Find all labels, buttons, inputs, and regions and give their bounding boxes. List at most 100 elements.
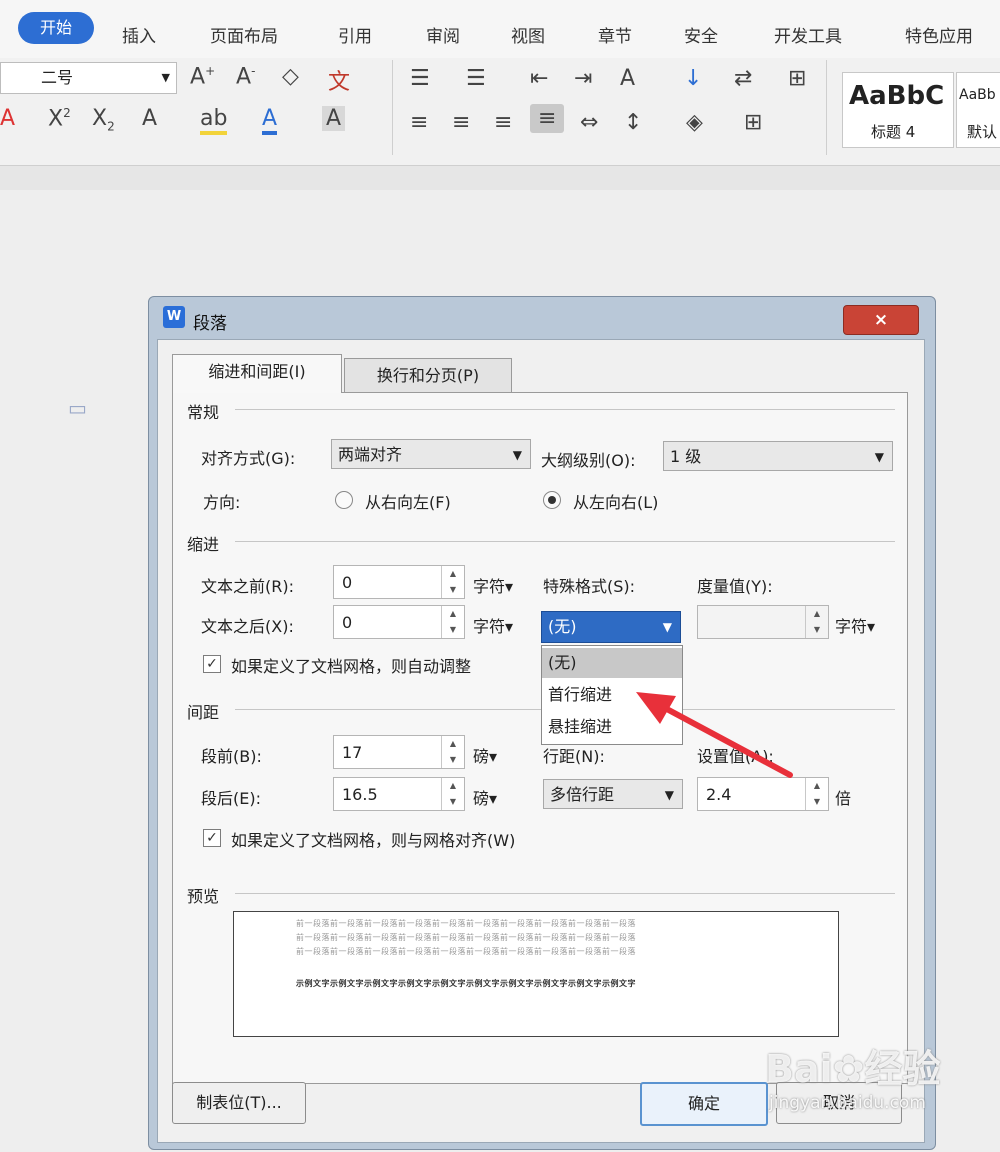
indent-before-unit[interactable]: 字符▾	[473, 573, 513, 597]
measure-spinner[interactable]: ▲ ▼	[697, 605, 829, 639]
alignment-select[interactable]: 两端对齐 ▼	[331, 439, 531, 469]
shading-icon[interactable]: ◈	[686, 110, 703, 135]
tab-panel: 常规 对齐方式(G): 两端对齐 ▼ 大纲级别(O): 1 级 ▼ 方向: 从右…	[172, 392, 908, 1084]
measure-unit[interactable]: 字符▾	[835, 613, 875, 637]
strikethrough-icon[interactable]: A	[0, 106, 15, 131]
subscript-icon[interactable]: X2	[92, 106, 115, 133]
align-justify-icon[interactable]: ≡	[530, 104, 565, 133]
distributed-icon[interactable]: ⇔	[580, 110, 598, 135]
superscript-icon[interactable]: X2	[48, 106, 71, 131]
ribbon-tab-view[interactable]: 视图	[511, 22, 545, 47]
space-before-unit[interactable]: 磅▾	[473, 743, 497, 767]
ribbon-tab-features[interactable]: 特色应用	[905, 22, 973, 47]
borders-icon[interactable]: ⊞	[744, 110, 762, 135]
set-value-label: 设置值(A):	[697, 747, 774, 766]
spinner-arrows-icon[interactable]: ▲ ▼	[805, 778, 828, 810]
phonetic-icon[interactable]: 文	[328, 64, 350, 96]
close-button[interactable]: ×	[843, 305, 919, 335]
special-format-label: 特殊格式(S):	[543, 577, 636, 596]
snap-to-grid-checkbox[interactable]: ✓	[203, 829, 221, 847]
ribbon-tab-insert[interactable]: 插入	[122, 22, 156, 47]
watermark-url: jingyan.baidu.com	[769, 1093, 926, 1113]
style-default[interactable]: AaBb 默认	[956, 72, 1000, 148]
clear-format-icon[interactable]: ◇	[282, 64, 299, 89]
decrease-indent-icon[interactable]: ⇤	[530, 66, 548, 91]
font-size-select[interactable]: 二号 ▼	[0, 62, 177, 94]
paragraph-dialog: W 段落 × 缩进和间距(I) 换行和分页(P) 常规 对齐方式(G): 两端对…	[148, 296, 936, 1150]
dropdown-option-first-line[interactable]: 首行缩进	[542, 680, 682, 710]
dropdown-option-none[interactable]: (无)	[542, 648, 682, 678]
special-format-select[interactable]: (无) ▼	[541, 611, 681, 643]
sort-icon[interactable]: ↓	[684, 66, 702, 91]
dialog-title: 段落	[193, 314, 227, 334]
outline-level-value: 1 级	[670, 447, 702, 466]
space-after-spinner[interactable]: 16.5 ▲ ▼	[333, 777, 465, 811]
ribbon-tab-references[interactable]: 引用	[338, 22, 372, 47]
space-after-unit[interactable]: 磅▾	[473, 785, 497, 809]
ok-button[interactable]: 确定	[640, 1082, 768, 1126]
dialog-titlebar[interactable]: W 段落 ×	[149, 297, 935, 339]
text-direction-icon[interactable]: A	[620, 66, 635, 91]
ribbon-separator	[392, 60, 393, 155]
paw-icon: ✿	[832, 1047, 865, 1091]
spinner-arrows-icon[interactable]: ▲ ▼	[805, 606, 828, 638]
spinner-arrows-icon[interactable]: ▲ ▼	[441, 778, 464, 810]
ribbon-tab-chapter[interactable]: 章节	[598, 22, 632, 47]
auto-adjust-grid-checkbox[interactable]: ✓	[203, 655, 221, 673]
rtl-radio[interactable]	[335, 491, 353, 509]
ribbon-tab-developer[interactable]: 开发工具	[774, 22, 842, 47]
set-value-spinner[interactable]: 2.4 ▲ ▼	[697, 777, 829, 811]
indent-before-spinner[interactable]: 0 ▲ ▼	[333, 565, 465, 599]
watermark-brand2: 经验	[864, 1047, 941, 1091]
ltr-radio[interactable]	[543, 491, 561, 509]
ribbon-tab-layout[interactable]: 页面布局	[210, 22, 278, 47]
indent-after-spinner[interactable]: 0 ▲ ▼	[333, 605, 465, 639]
spinner-arrows-icon[interactable]: ▲ ▼	[441, 606, 464, 638]
baidu-watermark: Bai✿经验 jingyan.baidu.com	[765, 1038, 941, 1113]
ribbon-separator	[826, 60, 827, 155]
tab-line-page-break[interactable]: 换行和分页(P)	[344, 358, 512, 393]
divider	[235, 893, 895, 894]
tab-indent-spacing[interactable]: 缩进和间距(I)	[172, 354, 342, 393]
alignment-label: 对齐方式(G):	[201, 449, 296, 468]
space-before-spinner[interactable]: 17 ▲ ▼	[333, 735, 465, 769]
align-right-icon[interactable]: ≡	[494, 110, 512, 135]
shrink-font-icon[interactable]: A-	[236, 64, 255, 89]
snap-to-grid-label: 如果定义了文档网格，则与网格对齐(W)	[231, 831, 516, 850]
font-color-icon[interactable]: A	[262, 106, 278, 135]
outline-level-label: 大纲级别(O):	[541, 451, 636, 470]
ribbon-tab-security[interactable]: 安全	[684, 22, 718, 47]
chevron-down-icon: ▼	[161, 71, 170, 84]
dropdown-option-hanging[interactable]: 悬挂缩进	[542, 712, 682, 742]
ribbon-tab-review[interactable]: 审阅	[426, 22, 460, 47]
table-icon[interactable]: ⊞	[788, 66, 806, 91]
number-list-icon[interactable]: ☰	[466, 66, 486, 91]
style-name: 默认	[967, 123, 998, 141]
indent-after-unit[interactable]: 字符▾	[473, 613, 513, 637]
align-left-icon[interactable]: ≡	[410, 110, 428, 135]
line-spacing-icon[interactable]: ↕	[624, 110, 642, 135]
section-indent: 缩进	[187, 535, 220, 554]
show-marks-icon[interactable]: ⇄	[734, 66, 752, 91]
line-spacing-value: 多倍行距	[550, 785, 615, 804]
char-shading-icon[interactable]: A	[322, 106, 346, 131]
direction-label: 方向:	[203, 493, 241, 512]
spinner-arrows-icon[interactable]: ▲ ▼	[441, 566, 464, 598]
text-effect-icon[interactable]: A	[142, 106, 157, 131]
wps-logo-icon: W	[163, 306, 185, 328]
highlight-icon[interactable]: ab	[200, 106, 228, 135]
tab-stops-button[interactable]: 制表位(T)...	[172, 1082, 306, 1124]
alignment-value: 两端对齐	[338, 445, 403, 464]
line-spacing-select[interactable]: 多倍行距 ▼	[543, 779, 683, 809]
indent-after-value: 0	[342, 613, 353, 632]
outline-level-select[interactable]: 1 级 ▼	[663, 441, 893, 471]
increase-indent-icon[interactable]: ⇥	[574, 66, 592, 91]
spinner-arrows-icon[interactable]: ▲ ▼	[441, 736, 464, 768]
grow-font-icon[interactable]: A+	[190, 64, 215, 89]
bullet-list-icon[interactable]: ☰	[410, 66, 430, 91]
space-after-label: 段后(E):	[201, 789, 261, 808]
align-center-icon[interactable]: ≡	[452, 110, 470, 135]
chevron-down-icon: ▼	[874, 450, 884, 464]
style-heading4[interactable]: AaBbC 标题 4	[842, 72, 954, 148]
ribbon-tab-home[interactable]: 开始	[18, 12, 94, 44]
